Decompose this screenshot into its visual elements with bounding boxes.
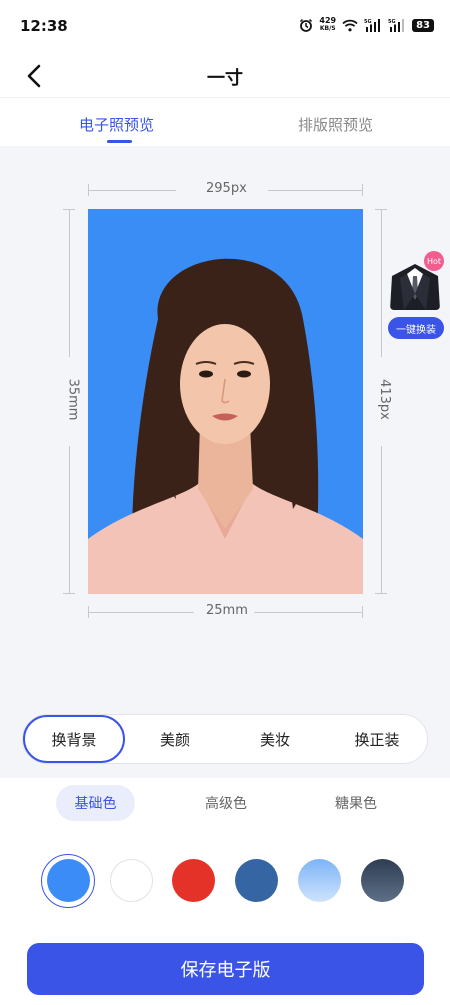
dim-line xyxy=(88,612,194,613)
width-px-label: 295px xyxy=(206,181,247,196)
tab-indicator xyxy=(107,140,132,143)
5g-signal-icon: 5G xyxy=(364,19,381,32)
dim-tick xyxy=(63,593,75,594)
tab-layout-preview[interactable]: 排版照预览 xyxy=(298,114,373,135)
swatch-dark-blue[interactable] xyxy=(235,859,278,902)
dim-tick xyxy=(362,184,363,196)
dim-tick xyxy=(375,593,387,594)
net-speed-value: 429 xyxy=(319,16,337,25)
edit-tools-bar: 换背景 美颜 美妆 换正装 xyxy=(22,714,428,764)
category-candy-colors[interactable]: 糖果色 xyxy=(316,785,396,821)
preview-tabs: 电子照预览 排版照预览 xyxy=(0,98,450,144)
swatch-slate-gradient[interactable] xyxy=(361,859,404,902)
tool-formal-wear[interactable]: 换正装 xyxy=(325,715,429,763)
alarm-icon xyxy=(300,18,313,32)
height-mm-label: 35mm xyxy=(65,378,81,421)
photo-canvas: 295px 35mm 413px 25mm Hot 一键换装 xyxy=(0,146,450,778)
dim-line xyxy=(381,209,382,357)
status-bar: 12:38 429 KB/S 5G 5G 83 xyxy=(0,0,450,52)
dim-line xyxy=(268,190,363,191)
save-electronic-photo-button[interactable]: 保存电子版 xyxy=(27,943,424,995)
net-speed-unit: KB/S xyxy=(319,25,336,32)
one-click-suit-button[interactable]: 一键换装 xyxy=(388,317,444,339)
status-time: 12:38 xyxy=(20,17,68,35)
dim-line xyxy=(381,446,382,594)
dim-line xyxy=(88,190,176,191)
5g-signal-icon: 5G xyxy=(388,19,405,32)
app-header: 一寸 xyxy=(0,52,450,98)
battery-icon: 83 xyxy=(412,18,434,32)
status-icons: 429 KB/S 5G 5G 83 xyxy=(299,17,434,33)
tool-change-background[interactable]: 换背景 xyxy=(23,715,125,763)
page-title: 一寸 xyxy=(207,68,243,89)
wifi-icon xyxy=(342,19,358,31)
swatch-blue[interactable] xyxy=(47,859,90,902)
net-speed: 429 KB/S xyxy=(319,17,336,33)
swatch-white[interactable] xyxy=(110,859,153,902)
hot-badge: Hot xyxy=(424,251,444,271)
dim-line xyxy=(69,209,70,357)
height-px-label: 413px xyxy=(376,379,392,420)
color-category-tabs: 基础色 高级色 糖果色 xyxy=(0,785,450,823)
width-mm-label: 25mm xyxy=(206,603,248,618)
category-basic-colors[interactable]: 基础色 xyxy=(56,785,135,821)
svg-text:5G: 5G xyxy=(388,19,396,25)
dim-line xyxy=(254,612,363,613)
category-advanced-colors[interactable]: 高级色 xyxy=(186,785,266,821)
swatch-light-blue-gradient[interactable] xyxy=(298,859,341,902)
id-photo[interactable] xyxy=(88,209,363,594)
tab-electronic-preview[interactable]: 电子照预览 xyxy=(79,114,154,135)
tool-makeup[interactable]: 美妆 xyxy=(225,715,325,763)
dim-line xyxy=(69,446,70,594)
portrait-image xyxy=(88,209,363,594)
dim-tick xyxy=(362,606,363,618)
svg-text:5G: 5G xyxy=(364,19,372,25)
tool-beauty[interactable]: 美颜 xyxy=(125,715,225,763)
swatch-red[interactable] xyxy=(172,859,215,902)
suit-swap-widget[interactable]: Hot 一键换装 xyxy=(388,249,444,339)
